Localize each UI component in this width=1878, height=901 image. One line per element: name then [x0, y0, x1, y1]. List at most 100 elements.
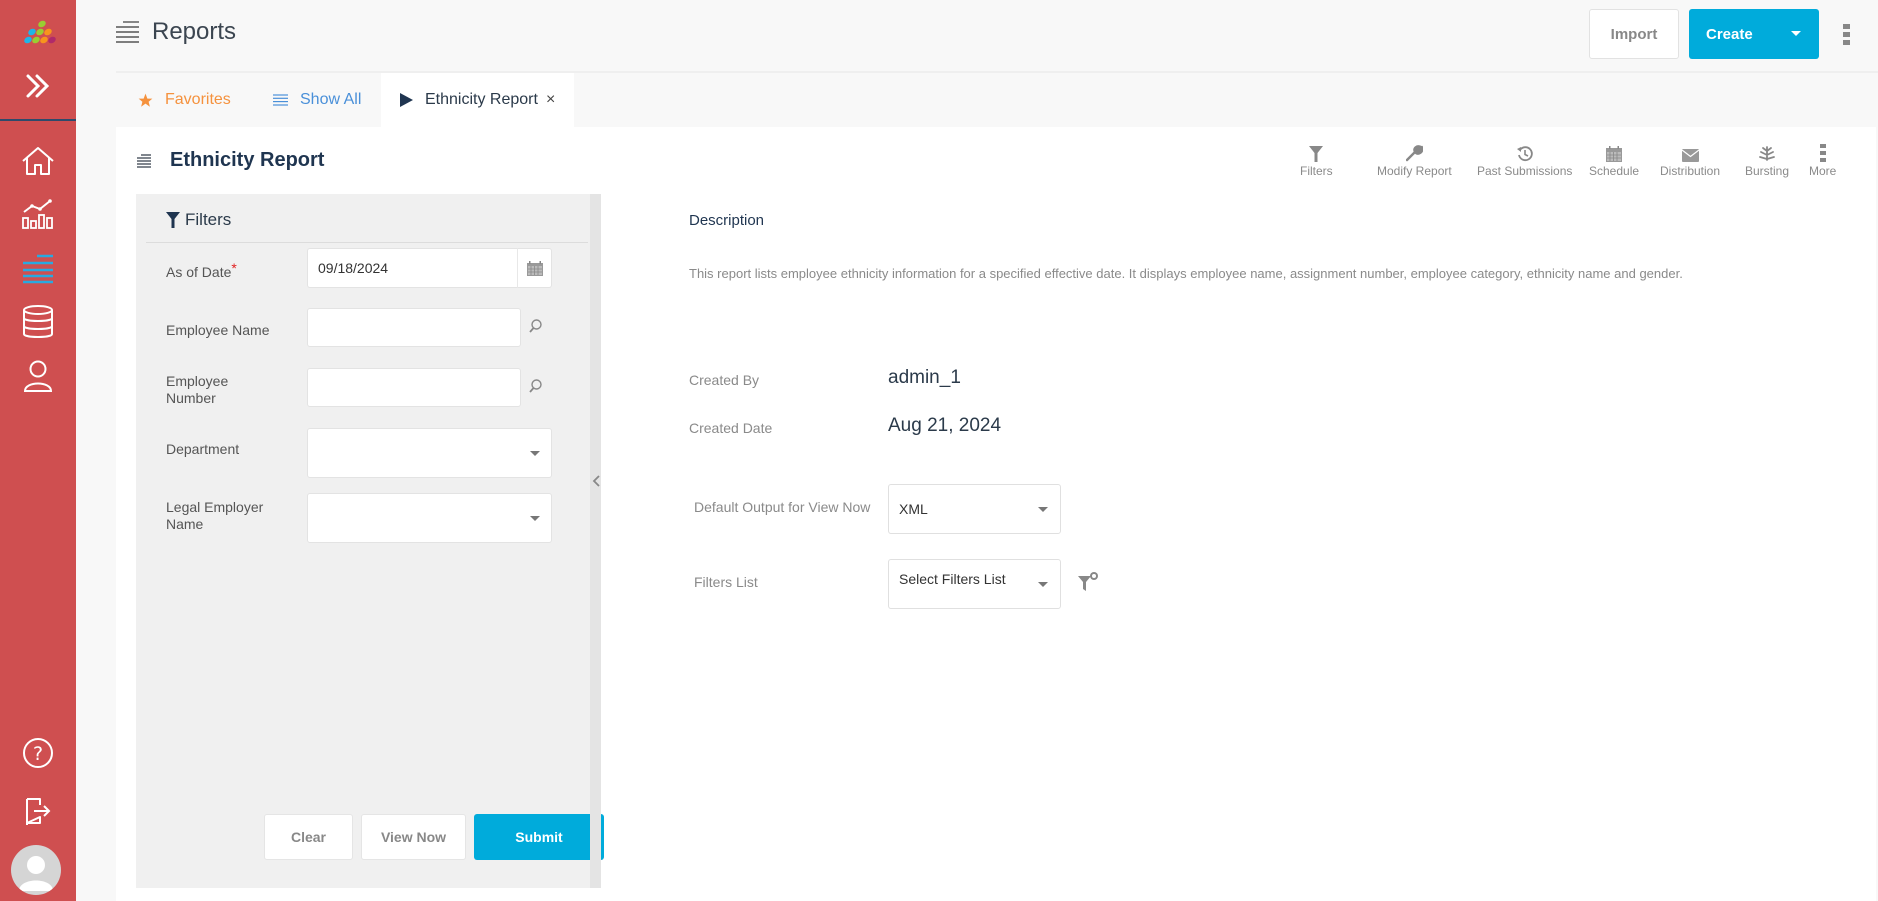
- logout-icon: [26, 798, 51, 825]
- expand-rail-button[interactable]: [0, 64, 76, 108]
- filter-icon: [166, 212, 180, 228]
- department-select[interactable]: [307, 428, 552, 478]
- toolbar-more[interactable]: More: [1809, 140, 1836, 178]
- as-of-date-input[interactable]: [307, 248, 517, 288]
- toolbar-schedule[interactable]: Schedule: [1589, 140, 1639, 178]
- label-line: Name: [166, 516, 204, 532]
- left-rail: ?: [0, 0, 76, 901]
- caret-down-icon: [530, 516, 540, 521]
- header-more-icon[interactable]: [1843, 24, 1851, 46]
- label-text: As of Date: [166, 264, 232, 280]
- toolbar-label: Modify Report: [1377, 164, 1452, 178]
- rail-divider: [0, 119, 76, 121]
- toolbar-label: Bursting: [1745, 164, 1790, 178]
- search-icon[interactable]: [529, 319, 542, 333]
- rail-item-logout[interactable]: [0, 789, 76, 833]
- caret-down-icon: [1038, 507, 1048, 512]
- create-button-label: Create: [1706, 25, 1753, 43]
- as-of-date-label: As of Date*: [166, 260, 237, 281]
- svg-text:?: ?: [33, 743, 43, 765]
- toolbar-past-submissions[interactable]: Past Submissions: [1477, 140, 1572, 178]
- report-panel: Ethnicity Report Filters Modify Report P…: [116, 127, 1876, 901]
- toolbar-label: More: [1809, 164, 1837, 178]
- filters-title: Filters: [185, 210, 232, 229]
- select-placeholder: Select Filters List: [899, 571, 1006, 587]
- filters-list-label: Filters List: [694, 574, 758, 590]
- label-line: Employee: [166, 373, 229, 389]
- filters-pane: Filters As of Date* Employee Name Employ…: [136, 194, 604, 888]
- home-icon: [22, 147, 54, 175]
- created-date-value: Aug 21, 2024: [888, 415, 1002, 436]
- toolbar-modify-report[interactable]: Modify Report: [1377, 140, 1452, 178]
- rail-item-analytics[interactable]: [0, 192, 76, 236]
- create-button[interactable]: Create: [1689, 9, 1819, 59]
- view-now-button[interactable]: View Now: [361, 814, 466, 860]
- toolbar-filters[interactable]: Filters: [1300, 140, 1333, 178]
- created-by-label: Created By: [689, 372, 760, 388]
- reports-list-icon: [23, 254, 53, 284]
- import-button[interactable]: Import: [1589, 9, 1679, 59]
- page-title: Reports: [152, 18, 237, 45]
- history-icon: [1516, 146, 1533, 162]
- employee-number-input[interactable]: [307, 368, 521, 407]
- search-icon[interactable]: [529, 379, 542, 393]
- user-icon: [23, 360, 53, 392]
- filters-header: Filters: [166, 210, 231, 230]
- rail-item-home[interactable]: [0, 139, 76, 183]
- calendar-icon: [526, 260, 543, 276]
- created-date-label: Created Date: [689, 420, 773, 436]
- rail-item-help[interactable]: ?: [0, 731, 76, 775]
- label-line: Legal Employer: [166, 499, 264, 515]
- filters-list-select[interactable]: Select Filters List: [888, 559, 1061, 609]
- department-label: Department: [166, 441, 240, 457]
- submit-button[interactable]: Submit: [474, 814, 604, 860]
- default-output-select[interactable]: XML: [888, 484, 1061, 534]
- list-icon: [273, 94, 288, 106]
- employee-number-label: Employee Number: [166, 373, 228, 407]
- toolbar-label: Distribution: [1660, 164, 1721, 178]
- rail-item-users[interactable]: [0, 354, 76, 398]
- more-vertical-icon: [1819, 144, 1826, 162]
- employee-name-input[interactable]: [307, 308, 521, 347]
- required-marker: *: [231, 260, 237, 276]
- app-logo[interactable]: [0, 12, 76, 56]
- caret-down-icon[interactable]: [1791, 31, 1801, 36]
- tab-show-all[interactable]: Show All: [273, 73, 361, 127]
- reports-icon: [116, 21, 139, 43]
- tab-label: Ethnicity Report: [425, 91, 538, 108]
- date-picker-button[interactable]: [517, 248, 552, 288]
- filters-divider: [146, 242, 588, 243]
- clear-button[interactable]: Clear: [264, 814, 353, 860]
- add-filter-list-button[interactable]: [1078, 571, 1100, 598]
- calendar-icon: [1606, 146, 1623, 162]
- play-icon: [400, 93, 413, 107]
- user-avatar[interactable]: [11, 845, 61, 895]
- rail-item-reports[interactable]: [0, 247, 76, 291]
- wrench-icon: [1405, 145, 1423, 162]
- tab-favorites[interactable]: Favorites: [138, 73, 231, 127]
- star-icon: [138, 93, 153, 107]
- analytics-icon: [22, 199, 53, 229]
- logo-icon: [24, 20, 56, 44]
- legal-employer-select[interactable]: [307, 493, 552, 543]
- double-chevron-right-icon: [26, 74, 50, 98]
- close-tab-icon[interactable]: ×: [546, 91, 555, 109]
- database-icon: [23, 305, 53, 338]
- filter-icon: [1309, 146, 1324, 162]
- created-by-value: admin_1: [888, 367, 961, 388]
- default-output-label: Default Output for View Now: [694, 499, 871, 515]
- description-title: Description: [689, 212, 765, 229]
- toolbar-label: Past Submissions: [1477, 164, 1573, 178]
- bursting-icon: [1759, 146, 1775, 161]
- toolbar-distribution[interactable]: Distribution: [1660, 140, 1720, 178]
- tab-ethnicity-report[interactable]: Ethnicity Report ×: [381, 73, 574, 127]
- caret-down-icon: [1038, 582, 1048, 587]
- toolbar-bursting[interactable]: Bursting: [1745, 140, 1789, 178]
- select-value: XML: [899, 501, 928, 517]
- envelope-icon: [1681, 149, 1699, 162]
- collapse-filters-handle[interactable]: [590, 194, 601, 888]
- filter-add-icon: [1078, 572, 1098, 591]
- rail-item-data[interactable]: [0, 300, 76, 344]
- chevron-left-icon: [592, 475, 600, 487]
- tab-label: Show All: [300, 91, 362, 108]
